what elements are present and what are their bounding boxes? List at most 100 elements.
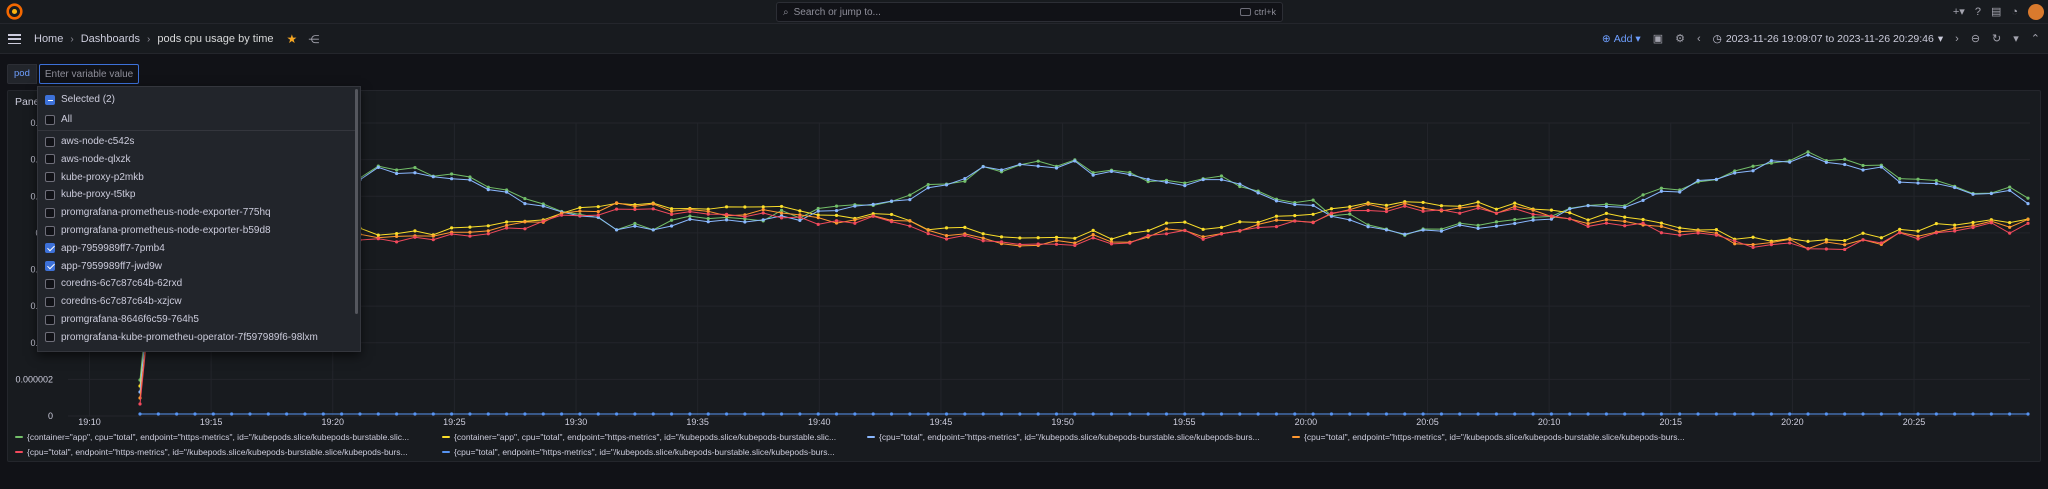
data-point (669, 224, 674, 228)
data-point (1678, 190, 1682, 194)
data-point (1238, 182, 1242, 186)
data-point (926, 228, 930, 232)
data-point (1549, 412, 1554, 416)
data-point (926, 412, 930, 416)
x-tick-label: 19:30 (565, 417, 588, 427)
data-point (211, 412, 215, 416)
data-point (303, 412, 307, 416)
legend-item[interactable]: {container="app", cpu="total", endpoint=… (15, 432, 409, 442)
data-point (413, 235, 417, 239)
legend-item[interactable]: {container="app", cpu="total", endpoint=… (442, 432, 836, 442)
data-point (633, 207, 637, 211)
legend-swatch (867, 436, 875, 438)
checked-checkbox-icon (45, 261, 55, 272)
data-point (1311, 212, 1315, 216)
option-item[interactable]: aws-node-qlxzk (38, 151, 358, 168)
data-point (1513, 221, 1517, 226)
option-item[interactable]: kube-proxy-p2mkb (38, 169, 358, 186)
selected-toggle[interactable]: Selected (2) (38, 91, 358, 108)
option-item[interactable]: promgrafana-prometheus-node-exporter-b59… (38, 222, 358, 239)
data-point (505, 190, 509, 194)
option-item[interactable]: promgrafana-kube-prometheu-operator-7f59… (38, 329, 358, 346)
option-item[interactable]: aws-node-c542s (38, 133, 358, 150)
data-point (1641, 193, 1645, 197)
option-label: promgrafana-prometheus-node-exporter-775… (61, 207, 271, 219)
data-point (1439, 204, 1444, 208)
option-item[interactable]: promgrafana-prometheus-node-exporter-775… (38, 204, 358, 221)
data-point (413, 166, 417, 170)
legend-swatch (1292, 436, 1300, 438)
checkbox-icon (45, 114, 55, 125)
selected-count-label: Selected (2) (61, 94, 115, 105)
option-item[interactable]: coredns-6c7c87c64b-xzjcw (38, 293, 358, 310)
data-point (889, 199, 894, 203)
data-point (1146, 177, 1150, 181)
option-item[interactable]: kube-proxy-t5tkp (38, 186, 358, 203)
data-point (1788, 241, 1792, 245)
data-point (614, 228, 619, 232)
data-point (1128, 241, 1132, 245)
legend-item[interactable]: {cpu="total", endpoint="https-metrics", … (442, 447, 835, 457)
data-point (944, 412, 949, 416)
option-item[interactable]: app-7959989ff7-jwd9w (38, 258, 358, 275)
data-point (1366, 208, 1370, 213)
data-point (1091, 228, 1095, 232)
data-point (908, 198, 912, 202)
data-point (1696, 231, 1700, 235)
scrollbar[interactable] (355, 89, 358, 314)
legend-label: {container="app", cpu="total", endpoint=… (27, 432, 410, 442)
data-point (853, 221, 857, 225)
data-point (578, 214, 582, 218)
data-point (1439, 412, 1444, 416)
data-point (450, 177, 454, 181)
data-point (1348, 212, 1352, 216)
data-point (1568, 207, 1572, 211)
data-point (1348, 208, 1352, 213)
data-point (688, 412, 692, 416)
option-item[interactable]: app-7959989ff7-7pmb4 (38, 240, 358, 257)
data-point (2008, 221, 2012, 225)
data-point (156, 412, 160, 416)
data-point (1183, 184, 1187, 188)
data-point (706, 212, 710, 216)
data-point (523, 412, 527, 416)
data-point (1898, 180, 1902, 184)
option-item[interactable]: coredns-6c7c87c64b-62rxd (38, 275, 358, 292)
data-point (468, 178, 472, 182)
data-point (413, 229, 417, 233)
data-point (138, 412, 142, 416)
data-point (1219, 412, 1224, 416)
data-point (1183, 412, 1187, 416)
data-point (743, 220, 747, 224)
data-point (1751, 412, 1755, 416)
data-point (505, 226, 509, 230)
data-point (1091, 412, 1095, 416)
data-point (889, 412, 894, 416)
data-point (1128, 231, 1132, 235)
x-tick-label: 19:55 (1173, 417, 1196, 427)
data-point (724, 412, 729, 416)
data-point (541, 412, 545, 416)
data-point (395, 234, 399, 238)
data-point (1641, 221, 1645, 225)
data-point (688, 214, 692, 218)
data-point (541, 204, 545, 208)
option-all[interactable]: All (38, 111, 358, 128)
data-point (1494, 207, 1499, 211)
data-point (944, 237, 949, 241)
data-point (1274, 218, 1279, 222)
legend-item[interactable]: {cpu="total", endpoint="https-metrics", … (867, 432, 1260, 442)
option-item[interactable]: promgrafana-8646f6c59-764h5 (38, 311, 358, 328)
data-point (1164, 412, 1169, 416)
data-point (1678, 233, 1682, 237)
data-point (1274, 225, 1279, 229)
data-point (908, 224, 912, 228)
data-point (559, 412, 564, 416)
data-point (1293, 219, 1297, 223)
data-point (1898, 231, 1902, 235)
data-point (523, 227, 527, 231)
data-point (963, 177, 967, 181)
legend-item[interactable]: {cpu="total", endpoint="https-metrics", … (15, 447, 408, 457)
legend-item[interactable]: {cpu="total", endpoint="https-metrics", … (1292, 432, 1685, 442)
data-point (1073, 159, 1077, 163)
